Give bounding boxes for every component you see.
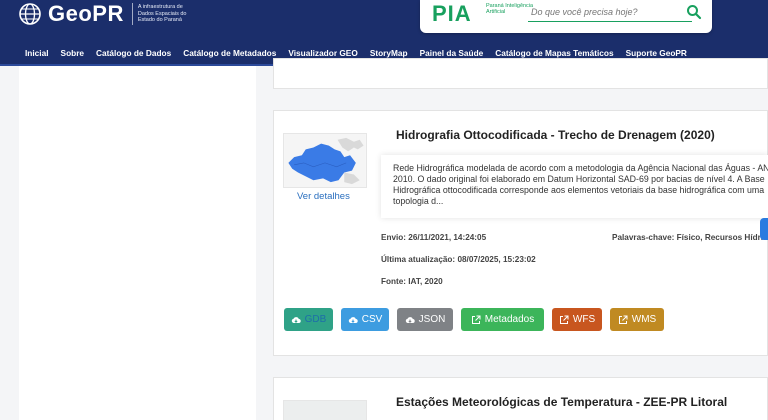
wms-label: WMS <box>631 314 657 325</box>
nav-item-visualizador-geo[interactable]: Visualizador GEO <box>288 48 357 58</box>
description-box: Rede Hidrográfica modelada de acordo com… <box>381 155 768 218</box>
logo-text: GeoPR <box>48 1 124 26</box>
parana-map-icon <box>284 134 366 187</box>
nav-item-catalogo-mapas[interactable]: Catálogo de Mapas Temáticos <box>495 48 613 58</box>
view-details-link[interactable]: Ver detalhes <box>297 191 350 202</box>
keywords: Palavras-chave: Físico, Recursos Hídrico… <box>612 233 768 242</box>
data-source: Fonte: IAT, 2020 <box>381 277 443 286</box>
external-link-icon <box>559 315 569 324</box>
search-input[interactable] <box>528 2 692 22</box>
nav-item-suporte[interactable]: Suporte GeoPR <box>626 48 687 58</box>
dataset-title[interactable]: Hidrografia Ottocodificada - Trecho de D… <box>396 128 715 142</box>
pia-search-card: PIA Paraná Inteligência Artificial <box>420 0 712 33</box>
logo-subtitle: A infraestrutura de Dados Espaciais do E… <box>137 4 187 24</box>
nav-item-painel-saude[interactable]: Painel da Saúde <box>420 48 484 58</box>
dataset-description: Rede Hidrográfica modelada de acordo com… <box>393 163 768 206</box>
external-link-icon <box>618 315 628 324</box>
nav-item-sobre[interactable]: Sobre <box>61 48 85 58</box>
nav-item-inicial[interactable]: Inicial <box>25 48 49 58</box>
pia-logo[interactable]: PIA <box>432 1 472 27</box>
nav-item-catalogo-dados[interactable]: Catálogo de Dados <box>96 48 171 58</box>
site-header: GeoPR A infraestrutura de Dados Espaciai… <box>0 0 768 42</box>
previous-dataset-card <box>273 58 768 89</box>
globe-icon <box>19 3 41 25</box>
last-updated: Última atualização: 08/07/2025, 15:23:02 <box>381 255 536 264</box>
download-csv-button[interactable]: CSV <box>341 308 389 331</box>
dataset-thumbnail-2[interactable] <box>283 400 367 420</box>
csv-label: CSV <box>361 314 383 325</box>
cloud-download-icon <box>291 316 301 323</box>
download-json-button[interactable]: JSON <box>397 308 453 331</box>
nav-item-storymap[interactable]: StoryMap <box>370 48 408 58</box>
metadata-button[interactable]: Metadados <box>461 308 544 331</box>
wfs-label: WFS <box>572 314 596 325</box>
download-buttons: GDB CSV JSON Metadados WFS WMS <box>284 308 672 331</box>
metadata-label: Metadados <box>484 314 535 325</box>
wms-button[interactable]: WMS <box>610 308 664 331</box>
cloud-download-icon <box>348 316 358 323</box>
external-link-icon <box>471 315 481 324</box>
download-gdb-button[interactable]: GDB <box>284 308 333 331</box>
filter-sidebar <box>19 66 256 420</box>
nav-item-catalogo-metadados[interactable]: Catálogo de Metadados <box>183 48 276 58</box>
dataset-title-2[interactable]: Estações Meteorológicas de Temperatura -… <box>396 395 727 409</box>
wfs-button[interactable]: WFS <box>552 308 602 331</box>
logo-divider <box>131 3 133 25</box>
dataset-thumbnail[interactable] <box>283 133 367 188</box>
cloud-download-icon <box>405 316 415 323</box>
search-icon[interactable] <box>686 4 702 20</box>
floating-action-button[interactable] <box>760 218 768 240</box>
geopr-logo[interactable]: GeoPR A infraestrutura de Dados Espaciai… <box>18 0 198 28</box>
gdb-label: GDB <box>304 314 327 325</box>
sent-date: Envio: 26/11/2021, 14:24:05 <box>381 233 487 242</box>
json-label: JSON <box>418 314 446 325</box>
